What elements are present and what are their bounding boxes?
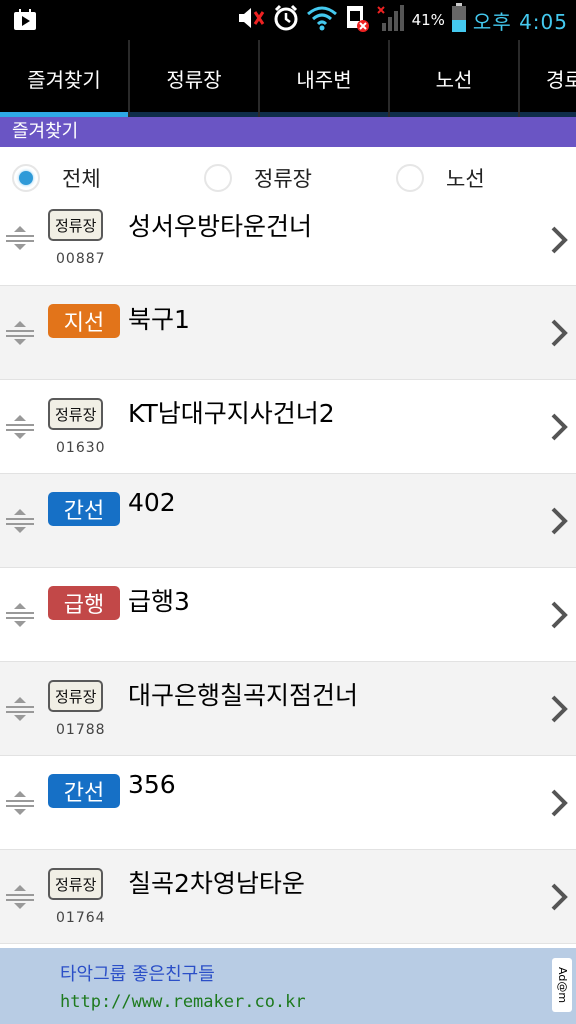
tab-nearby[interactable]: 내주변 [260,40,390,117]
filter-all-radio[interactable]: 전체 [12,163,101,193]
type-badge: 정류장 [48,209,104,241]
radio-circle [204,164,232,192]
tab-label: 즐겨찾기 [27,68,101,92]
list-item[interactable]: 간선 356 [0,756,576,850]
filter-group: 전체 정류장 노선 [0,147,576,209]
list-item[interactable]: 급행 급행3 [0,568,576,662]
list-item[interactable]: 정류장 KT남대구지사건너2 01630 [0,380,576,474]
favorite-name: KT남대구지사건너2 [128,399,335,428]
favorite-name: 402 [128,488,176,517]
top-tab-bar: 즐겨찾기 정류장 내주변 노선 경로 [0,40,576,117]
type-badge: 간선 [48,492,120,526]
favorite-name: 356 [128,770,176,799]
list-item[interactable]: 정류장 성서우방타운건너 00887 [0,209,576,286]
tab-label: 노선 [435,68,473,92]
type-badge: 급행 [48,586,120,620]
list-item[interactable]: 정류장 대구은행칠곡지점건너 01788 [0,662,576,756]
battery-percent: 41% [411,11,445,29]
tab-label: 경로 [546,68,576,92]
filter-stops-radio[interactable]: 정류장 [204,163,312,193]
chevron-right-icon [550,412,568,442]
ad-banner[interactable]: 타악그룹 좋은친구들 http://www.remaker.co.kr Ad@m [0,948,576,1024]
stop-code: 00887 [56,251,106,267]
battery-icon [451,3,467,37]
wifi-icon [306,5,338,35]
chevron-right-icon [550,882,568,912]
type-badge: 정류장 [48,398,104,430]
chevron-right-icon [550,225,568,255]
filter-label: 정류장 [254,167,312,191]
chevron-right-icon [550,318,568,348]
drag-handle-icon[interactable] [4,508,36,534]
type-badge: 간선 [48,774,120,808]
type-badge: 정류장 [48,680,104,712]
chevron-right-icon [550,506,568,536]
stop-code: 01630 [56,440,106,456]
type-badge: 정류장 [48,868,104,900]
drag-handle-icon[interactable] [4,320,36,346]
tab-favorites[interactable]: 즐겨찾기 [0,40,130,117]
status-bar: 41% 오후 4:05 [0,0,576,40]
chevron-right-icon [550,600,568,630]
tab-path[interactable]: 경로 [520,40,576,117]
favorite-name: 성서우방타운건너 [128,212,313,241]
radio-circle [396,164,424,192]
drag-handle-icon[interactable] [4,790,36,816]
ad-title: 타악그룹 좋은친구들 [60,964,215,985]
drag-handle-icon[interactable] [4,884,36,910]
sim-icon [344,3,370,37]
list-item[interactable]: 지선 북구1 [0,286,576,380]
ad-url: http://www.remaker.co.kr [60,992,306,1012]
clock: 오후 4:05 [472,9,568,34]
favorites-list: 정류장 성서우방타운건너 00887 지선 북구1 정류장 KT남대구지사건너2… [0,209,576,948]
alarm-icon [272,4,300,36]
chevron-right-icon [550,788,568,818]
play-store-icon [12,6,40,38]
drag-handle-icon[interactable] [4,696,36,722]
signal-icon [376,3,406,37]
list-item[interactable]: 정류장 칠곡2차영남타운 01764 [0,850,576,944]
type-badge: 지선 [48,304,120,338]
radio-circle [12,164,40,192]
favorite-name: 북구1 [128,305,190,334]
tab-stops[interactable]: 정류장 [130,40,260,117]
section-header: 즐겨찾기 [0,117,576,147]
tab-routes[interactable]: 노선 [390,40,520,117]
stop-code: 01788 [56,722,106,738]
drag-handle-icon[interactable] [4,602,36,628]
filter-label: 노선 [446,167,485,191]
tab-label: 내주변 [296,68,352,92]
favorite-name: 칠곡2차영남타운 [128,869,305,898]
filter-routes-radio[interactable]: 노선 [396,163,485,193]
drag-handle-icon[interactable] [4,414,36,440]
mute-icon [236,5,266,35]
list-item[interactable]: 간선 402 [0,474,576,568]
stop-code: 01764 [56,910,106,926]
ad-provider-tag: Ad@m [552,958,572,1012]
filter-label: 전체 [62,167,101,191]
favorite-name: 대구은행칠곡지점건너 [128,681,359,710]
favorite-name: 급행3 [128,587,190,616]
chevron-right-icon [550,694,568,724]
drag-handle-icon[interactable] [4,225,36,251]
tab-label: 정류장 [166,68,222,92]
